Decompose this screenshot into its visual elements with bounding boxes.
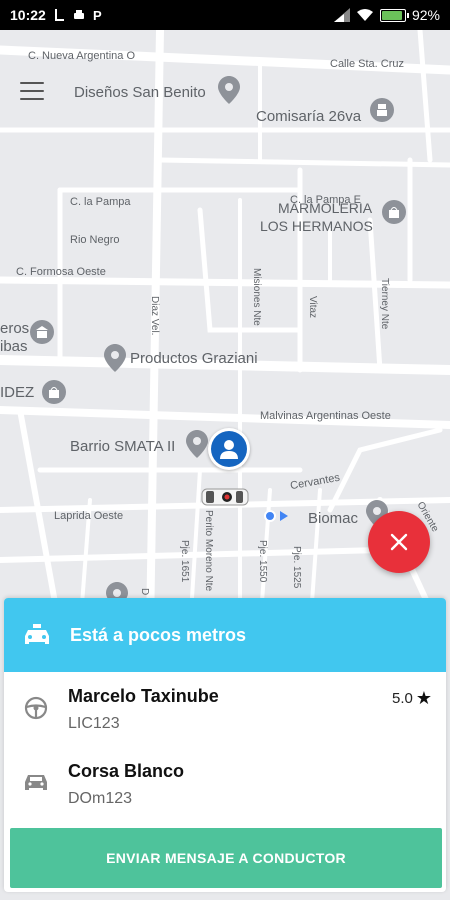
car-notification-icon — [73, 10, 84, 19]
person-icon — [220, 440, 238, 459]
vehicle-row: Corsa Blanco DOm123 — [4, 747, 446, 822]
battery-icon — [379, 8, 409, 22]
map-label: Pje. 1651 — [179, 540, 190, 583]
map-label: ibas — [0, 338, 28, 355]
map-label: D — [139, 588, 150, 596]
battery-percent: 92% — [411, 7, 440, 23]
map-label: Pje. 1525 — [291, 546, 302, 589]
map-label: Diseños San Benito — [74, 84, 206, 101]
map-label: Productos Graziani — [130, 350, 258, 367]
trip-status-title: Está a pocos metros — [70, 624, 247, 645]
location-pin-icon — [186, 430, 208, 458]
map-label: Laprida Oeste — [54, 510, 124, 522]
cancel-trip-button[interactable] — [368, 511, 430, 573]
map-label: C. la Pampa — [70, 196, 131, 208]
status-time: 10:22 — [10, 7, 46, 23]
signal-icon — [333, 8, 350, 22]
driver-license: LIC123 — [68, 715, 120, 732]
taxi-car-icon — [201, 488, 249, 506]
map-label: IDEZ — [0, 384, 35, 401]
vehicle-plate: DOm123 — [68, 790, 133, 807]
map-label: Perito Moreno Nte — [203, 510, 214, 592]
map-label: Rio Negro — [70, 234, 120, 246]
driver-name: Marcelo Taxinube — [68, 686, 219, 706]
police-icon — [370, 98, 394, 122]
vehicle-name: Corsa Blanco — [68, 761, 185, 781]
wifi-icon — [356, 9, 373, 21]
direction-arrow-icon — [280, 511, 288, 521]
map-label: Barrio SMATA II — [70, 438, 176, 455]
map-label: Pje. 1550 — [257, 540, 268, 583]
map-label: MARMOLERIA — [278, 200, 373, 216]
status-bar: 10:22 P 92% — [0, 0, 450, 30]
taxi-icon — [25, 624, 49, 644]
send-message-button[interactable]: ENVIAR MENSAJE A CONDUCTOR — [10, 828, 442, 888]
map-label: Comisaría 26va — [256, 108, 362, 125]
map-label: C. Formosa Oeste — [16, 266, 106, 278]
destination-dot — [264, 510, 276, 522]
user-location-marker — [208, 428, 250, 470]
trip-status-header: Está a pocos metros — [4, 598, 446, 672]
map-label: LOS HERMANOS — [260, 218, 373, 234]
location-pin-icon — [218, 76, 240, 104]
parking-icon: P — [93, 8, 102, 22]
trip-info-sheet: Está a pocos metros Marcelo Taxinube LIC… — [4, 598, 446, 892]
shopping-bag-icon — [42, 380, 66, 404]
notification-icon — [54, 9, 64, 21]
shopping-bag-icon — [382, 200, 406, 224]
building-icon — [30, 320, 54, 344]
map-label: Malvinas Argentinas Oeste — [260, 410, 391, 422]
map-label: eros — [0, 320, 30, 337]
steering-wheel-icon — [24, 696, 48, 720]
menu-icon[interactable] — [20, 82, 44, 100]
map-label: Biomac — [308, 510, 359, 527]
svg-text:P: P — [93, 8, 102, 22]
map-label: C. Nueva Argentina O — [28, 50, 136, 62]
car-icon — [25, 775, 47, 790]
map-label: Diaz Vel. — [149, 296, 160, 336]
map-label: Vitaz — [307, 296, 318, 319]
close-icon — [390, 533, 408, 551]
driver-rating: 5.0 ★ — [392, 688, 432, 709]
rating-value: 5.0 — [392, 690, 413, 707]
map-label: Misiones Nte — [251, 268, 262, 326]
map-label: Tierney Nte — [379, 278, 390, 330]
location-pin-icon — [104, 344, 126, 372]
star-icon: ★ — [415, 688, 432, 708]
driver-row: Marcelo Taxinube LIC123 5.0 ★ — [4, 672, 446, 747]
map-label: Calle Sta. Cruz — [330, 58, 404, 70]
